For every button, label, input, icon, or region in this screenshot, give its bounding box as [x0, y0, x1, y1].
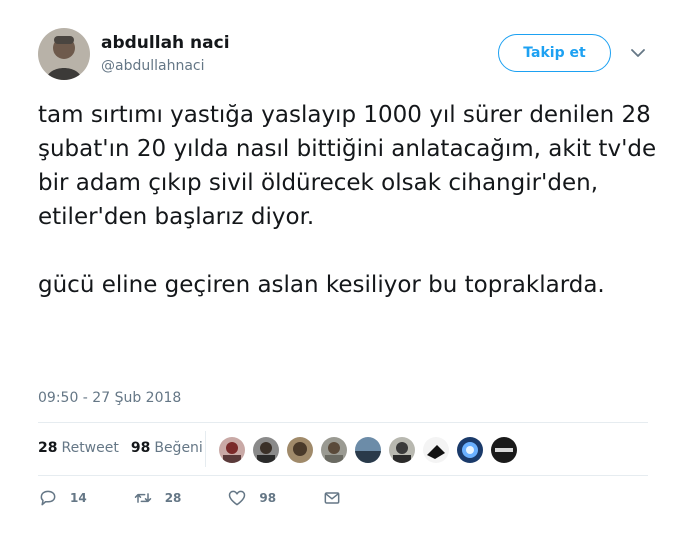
tweet-stats: 28 Retweet 98 Beğeni [38, 440, 215, 456]
liker-avatar[interactable] [490, 436, 518, 464]
retweet-icon [134, 493, 151, 503]
retweet-count: 28 [164, 491, 182, 505]
envelope-icon [324, 492, 340, 504]
like-stat[interactable]: 98 Beğeni [131, 440, 203, 456]
likers-avatars [218, 436, 524, 464]
reply-icon [40, 490, 56, 506]
tweet-actions: 14 28 98 [38, 488, 342, 508]
follow-button[interactable]: Takip et [498, 34, 611, 72]
heart-icon [229, 490, 246, 506]
retweet-stat-count: 28 [38, 440, 58, 456]
liker-avatar[interactable] [354, 436, 382, 464]
divider [38, 475, 648, 476]
reply-count: 14 [70, 491, 87, 505]
divider [38, 422, 648, 423]
reply-button[interactable]: 14 [38, 488, 87, 508]
liker-avatar[interactable] [388, 436, 416, 464]
tweet-paragraph: tam sırtımı yastığa yaslayıp 1000 yıl sü… [38, 102, 657, 230]
stats-separator [205, 431, 206, 467]
tweet-timestamp[interactable]: 09:50 - 27 Şub 2018 [38, 390, 181, 406]
retweet-button[interactable]: 28 [133, 488, 182, 508]
retweet-stat-label: Retweet [61, 440, 119, 456]
liker-avatar[interactable] [218, 436, 246, 464]
liker-avatar[interactable] [286, 436, 314, 464]
liker-avatar[interactable] [456, 436, 484, 464]
chevron-down-icon[interactable] [630, 45, 646, 61]
liker-avatar[interactable] [320, 436, 348, 464]
like-button[interactable]: 98 [227, 488, 276, 508]
like-stat-label: Beğeni [154, 440, 203, 456]
like-count: 98 [259, 491, 277, 505]
retweet-stat[interactable]: 28 Retweet [38, 440, 119, 456]
tweet-text: tam sırtımı yastığa yaslayıp 1000 yıl sü… [38, 98, 658, 302]
author-avatar[interactable] [38, 28, 90, 80]
author-handle[interactable]: @abdullahnaci [101, 58, 205, 74]
liker-avatar[interactable] [422, 436, 450, 464]
message-button[interactable] [322, 488, 342, 508]
tweet-paragraph: gücü eline geçiren aslan kesiliyor bu to… [38, 272, 605, 298]
like-stat-count: 98 [130, 440, 151, 456]
liker-avatar[interactable] [252, 436, 280, 464]
author-display-name[interactable]: abdullah naci [101, 33, 230, 53]
